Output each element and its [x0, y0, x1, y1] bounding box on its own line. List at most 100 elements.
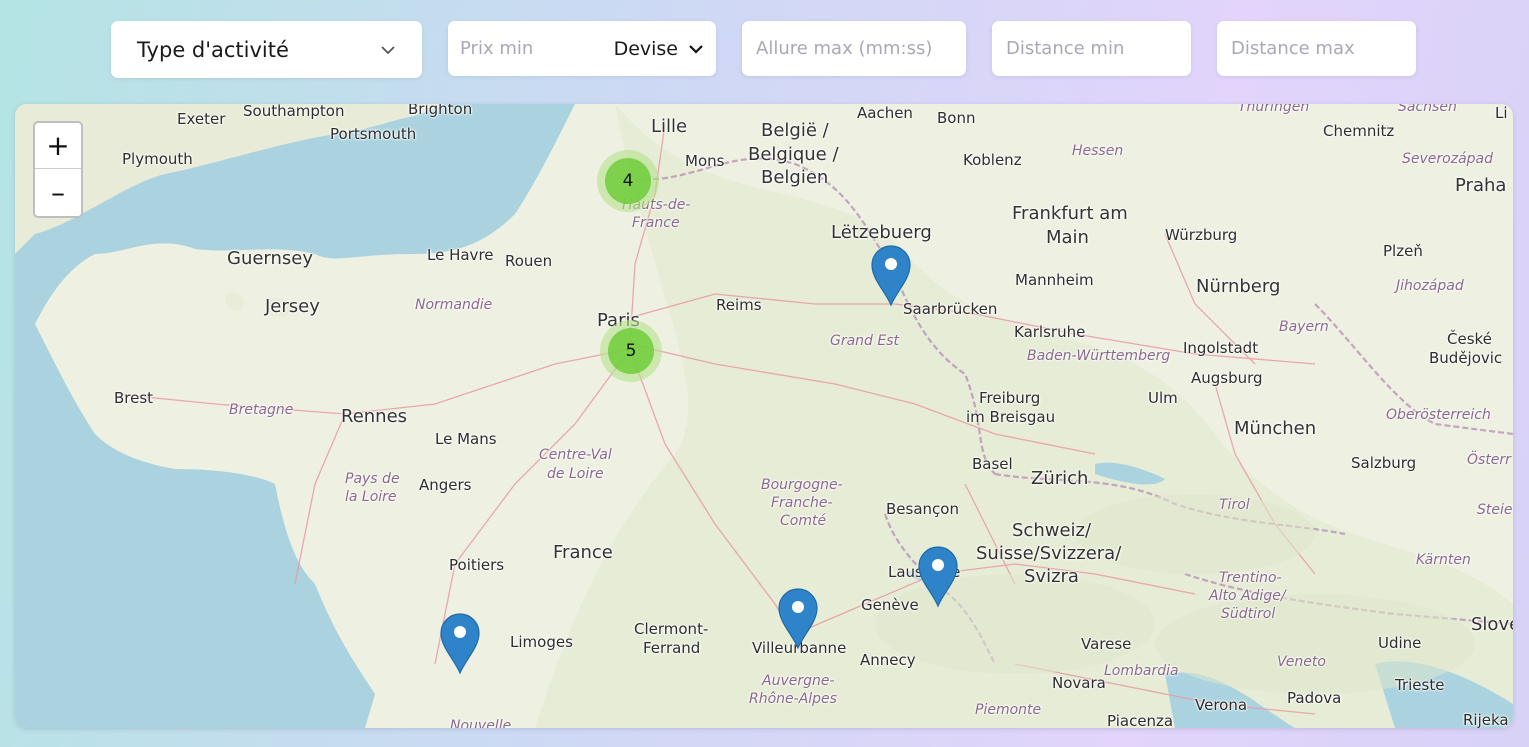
- map-label: Sachsen: [1398, 104, 1457, 115]
- map-label: Lëtzebuerg: [831, 222, 932, 243]
- map-label: Lombardia: [1104, 663, 1179, 679]
- map-label: Rhône-Alpes: [749, 691, 837, 707]
- map-label: Aachen: [857, 104, 913, 122]
- map-label: Le Havre: [427, 246, 494, 264]
- map-marker-icon[interactable]: [918, 546, 958, 608]
- filter-bar: Type d'activité Prix min Devise Allure m…: [0, 21, 1529, 78]
- map-label: im Breisgau: [966, 408, 1056, 426]
- map-label: Franche-: [771, 495, 833, 511]
- map-label: Sloven: [1471, 614, 1513, 635]
- map-label: Rennes: [341, 406, 408, 427]
- map-label: Angers: [419, 476, 472, 494]
- map-label: Thüringen: [1238, 104, 1310, 115]
- price-min-field[interactable]: Prix min Devise: [448, 21, 716, 76]
- map-label: Reims: [716, 296, 762, 314]
- map-label: Tirol: [1219, 497, 1250, 513]
- map-label: Bourgogne-: [761, 477, 843, 493]
- map-label: Varese: [1081, 635, 1132, 653]
- chevron-down-icon: [381, 45, 395, 54]
- map-label: Veneto: [1277, 654, 1326, 670]
- map-label: Bretagne: [229, 402, 294, 418]
- pace-max-input[interactable]: Allure max (mm:ss): [742, 21, 966, 76]
- map-label: Rijeka: [1463, 711, 1509, 728]
- map-label: Piacenza: [1107, 712, 1174, 728]
- map-label: Guernsey: [227, 248, 314, 269]
- map-label: Augsburg: [1191, 369, 1263, 387]
- zoom-out-button[interactable]: –: [35, 169, 81, 215]
- map-label: München: [1234, 418, 1317, 439]
- map-label: Lille: [651, 116, 688, 137]
- map-label: Svizra: [1024, 566, 1079, 587]
- map-label: Padova: [1287, 689, 1342, 707]
- map-label: Chemnitz: [1323, 122, 1395, 140]
- map-label: Le Mans: [435, 430, 497, 448]
- activity-type-select[interactable]: Type d'activité: [111, 21, 422, 78]
- map-label: Li: [1495, 104, 1508, 122]
- map-label: Saarbrücken: [903, 300, 998, 318]
- map-label: Verona: [1195, 696, 1248, 714]
- zoom-in-button[interactable]: +: [35, 123, 81, 169]
- map-label: la Loire: [345, 489, 397, 505]
- map-label: Normandie: [415, 297, 493, 313]
- map[interactable]: + – Exeter Southampton Brighton Portsmou…: [15, 104, 1513, 728]
- map-label: Ingolstadt: [1183, 339, 1259, 357]
- currency-select[interactable]: Devise: [614, 38, 704, 60]
- map-label: Baden-Württemberg: [1027, 348, 1171, 364]
- map-label: Nürnberg: [1196, 276, 1281, 297]
- map-label: Southampton: [243, 104, 345, 120]
- distance-min-input[interactable]: Distance min: [992, 21, 1191, 76]
- map-label: Bayern: [1279, 319, 1329, 335]
- map-label: Südtirol: [1221, 606, 1276, 622]
- map-label: Annecy: [860, 651, 916, 669]
- map-label: Mannheim: [1015, 271, 1094, 289]
- map-label: Budějovic: [1429, 349, 1503, 367]
- marker-cluster[interactable]: 4: [597, 150, 659, 212]
- currency-label: Devise: [613, 37, 678, 60]
- map-label: Schweiz/: [1012, 520, 1092, 541]
- distance-min-placeholder: Distance min: [1006, 38, 1125, 59]
- map-label: Praha: [1455, 175, 1507, 196]
- map-label: Karlsruhe: [1014, 323, 1086, 341]
- map-label: Jersey: [265, 296, 320, 317]
- map-label: Würzburg: [1165, 226, 1238, 244]
- map-label: Hessen: [1072, 143, 1124, 159]
- map-label: Ferrand: [643, 639, 701, 657]
- map-label: Genève: [861, 596, 919, 614]
- map-label: Portsmouth: [330, 125, 417, 143]
- map-label: Besançon: [886, 500, 959, 518]
- map-label: Oberösterreich: [1386, 407, 1491, 423]
- price-min-input[interactable]: Prix min: [460, 38, 614, 59]
- map-label: Centre-Val: [539, 447, 612, 463]
- cluster-count: 4: [605, 158, 651, 204]
- map-label: Pays de: [345, 471, 400, 487]
- map-marker-icon[interactable]: [440, 613, 480, 675]
- map-label: Koblenz: [963, 151, 1022, 169]
- map-label: Comté: [780, 513, 827, 529]
- map-label: France: [632, 215, 680, 231]
- map-marker-icon[interactable]: [778, 588, 818, 650]
- map-label: Belgien: [761, 167, 829, 188]
- map-label: Novara: [1052, 674, 1106, 692]
- map-label: Ulm: [1148, 389, 1178, 407]
- map-label: Clermont-: [634, 620, 709, 638]
- pace-max-placeholder: Allure max (mm:ss): [756, 38, 933, 59]
- map-label: České: [1447, 330, 1492, 348]
- zoom-control: + –: [33, 121, 83, 218]
- map-label: Jihozápad: [1396, 278, 1464, 294]
- map-label: Österr: [1467, 452, 1511, 468]
- map-marker-icon[interactable]: [871, 245, 911, 307]
- map-label: France: [553, 542, 613, 563]
- map-label: Trentino-: [1219, 570, 1282, 586]
- marker-cluster[interactable]: 5: [600, 320, 662, 382]
- map-label: Basel: [972, 455, 1013, 473]
- activity-type-label: Type d'activité: [137, 37, 289, 62]
- map-label: Piemonte: [975, 702, 1042, 718]
- map-label: Main: [1046, 227, 1089, 248]
- map-label: Exeter: [177, 110, 226, 128]
- distance-max-input[interactable]: Distance max: [1217, 21, 1416, 76]
- map-label: Limoges: [510, 633, 573, 651]
- map-label: Kärnten: [1416, 552, 1471, 568]
- map-label: Grand Est: [830, 333, 900, 349]
- map-label: Freiburg: [979, 389, 1041, 407]
- map-label: Suisse/Svizzera/: [976, 543, 1122, 564]
